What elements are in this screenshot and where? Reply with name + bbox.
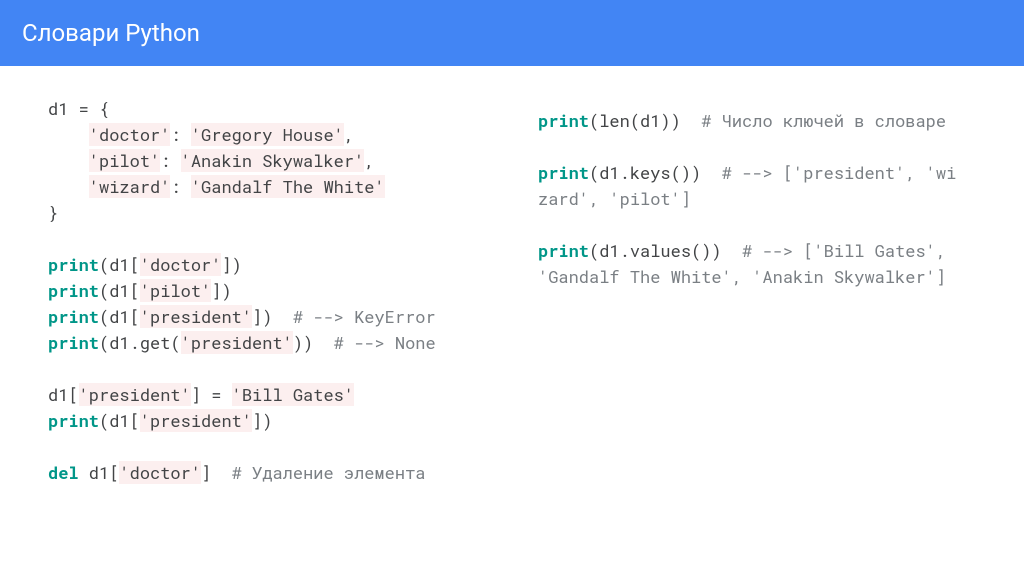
code-token: # --> None: [334, 331, 436, 354]
code-token: d1 = {: [48, 97, 109, 120]
code-token: 'Gandalf The White': [191, 175, 385, 198]
code-left-column: d1 = { 'doctor': 'Gregory House', 'pilot…: [48, 96, 468, 486]
code-token: (d1[: [99, 279, 140, 302]
code-token: ]): [252, 409, 272, 432]
code-token: # --> KeyError: [293, 305, 436, 328]
code-token: 'wizard': [89, 175, 171, 198]
code-token: 'doctor': [140, 253, 222, 276]
code-token: d1[: [48, 383, 79, 406]
code-token: (d1.values()): [589, 239, 722, 262]
code-token: )): [293, 331, 313, 354]
code-token: print: [48, 409, 99, 432]
code-token: ,: [344, 123, 354, 146]
code-token: print: [48, 279, 99, 302]
code-token: (d1[: [99, 409, 140, 432]
code-token: :: [170, 123, 190, 146]
code-token: [701, 161, 721, 184]
code-token: print: [48, 331, 99, 354]
code-token: 'president': [79, 383, 191, 406]
code-block-right: print(len(d1)) # Число ключей в словаре …: [538, 108, 958, 290]
code-token: :: [170, 175, 190, 198]
code-right-column: print(len(d1)) # Число ключей в словаре …: [538, 96, 958, 486]
code-token: 'Gregory House': [191, 123, 344, 146]
code-token: (d1.get(: [99, 331, 181, 354]
code-token: print: [538, 109, 589, 132]
code-token: [48, 175, 89, 198]
code-token: [211, 461, 231, 484]
code-token: # Число ключей в словаре: [701, 109, 946, 132]
code-token: 'president': [181, 331, 293, 354]
code-token: d1[: [79, 461, 120, 484]
code-token: :: [160, 149, 180, 172]
code-token: [48, 149, 89, 172]
code-token: (len(d1)): [589, 109, 681, 132]
code-token: [722, 239, 742, 262]
code-token: 'president': [140, 305, 252, 328]
code-token: [272, 305, 292, 328]
code-token: (d1[: [99, 305, 140, 328]
code-token: (d1.keys()): [589, 161, 701, 184]
code-token: print: [538, 161, 589, 184]
page-header: Словари Python: [0, 0, 1024, 66]
page-title: Словари Python: [22, 19, 200, 47]
code-token: [681, 109, 701, 132]
code-token: 'pilot': [89, 149, 160, 172]
code-token: print: [48, 305, 99, 328]
code-token: ,: [364, 149, 374, 172]
code-token: print: [538, 239, 589, 262]
code-token: print: [48, 253, 99, 276]
code-token: ]): [211, 279, 231, 302]
code-token: 'doctor': [119, 461, 201, 484]
code-token: ]: [201, 461, 211, 484]
code-token: }: [48, 201, 58, 224]
code-token: 'president': [140, 409, 252, 432]
code-token: 'Anakin Skywalker': [181, 149, 365, 172]
code-token: [48, 123, 89, 146]
code-token: ]): [221, 253, 241, 276]
code-token: ] =: [191, 383, 232, 406]
code-token: 'pilot': [140, 279, 211, 302]
code-token: del: [48, 461, 79, 484]
code-token: 'Bill Gates': [232, 383, 354, 406]
code-token: 'doctor': [89, 123, 171, 146]
code-token: (d1[: [99, 253, 140, 276]
code-token: ]): [252, 305, 272, 328]
code-token: # Удаление элемента: [232, 461, 426, 484]
code-block-left: d1 = { 'doctor': 'Gregory House', 'pilot…: [48, 96, 468, 486]
content-area: d1 = { 'doctor': 'Gregory House', 'pilot…: [0, 66, 1024, 514]
code-token: [313, 331, 333, 354]
